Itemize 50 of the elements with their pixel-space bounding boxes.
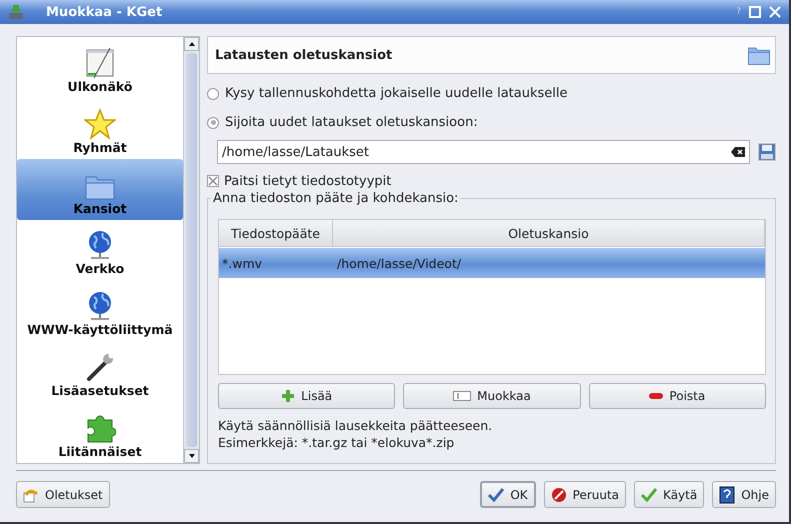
scroll-up-icon[interactable]: [188, 42, 194, 46]
dialog-button[interactable]: Peruuta: [544, 481, 626, 508]
check-icon: [488, 488, 504, 502]
sidebar-item[interactable]: Ulkonäkö: [17, 37, 183, 98]
scroll-down-icon[interactable]: [188, 454, 194, 458]
column-header[interactable]: Oletuskansio: [333, 220, 765, 247]
star-icon: [84, 108, 116, 140]
maximize-icon[interactable]: [749, 6, 761, 18]
table-row[interactable]: *.wmv /home/lasse/Videot/: [219, 248, 765, 278]
radio-button[interactable]: [207, 88, 219, 100]
dialog-button[interactable]: Ohje: [712, 481, 776, 508]
sidebar-item[interactable]: WWW-käyttöliittymä: [17, 280, 183, 342]
help-icon: [719, 486, 736, 504]
scrollbar[interactable]: [183, 37, 199, 463]
text-field-icon: [453, 391, 472, 401]
close-icon[interactable]: [769, 6, 781, 18]
column-header[interactable]: Tiedostopääte: [219, 220, 333, 247]
folder-icon: [747, 44, 771, 66]
cancel-icon: [550, 486, 567, 502]
sidebar-item[interactable]: Liitännäiset: [17, 402, 183, 464]
hint-text: Käytä säännöllisiä lausekkeita päätteeseen.: [218, 417, 494, 434]
action-button[interactable]: Lisää: [218, 383, 396, 409]
sidebar-item[interactable]: Verkko: [17, 220, 183, 280]
window-title: Muokkaa - KGet: [46, 4, 162, 20]
dialog-button[interactable]: Käytä: [634, 481, 704, 508]
plus-icon: [281, 389, 296, 403]
sidebar-item[interactable]: Lisäasetukset: [17, 341, 183, 402]
undo-icon: [23, 486, 39, 502]
download-icon: [8, 4, 24, 20]
action-button[interactable]: Poista: [588, 383, 766, 409]
folder-field[interactable]: /home/lasse/Lataukset: [217, 140, 750, 164]
hint-text: Esimerkkejä: *.tar.gz tai *elokuva*.zip: [218, 434, 456, 451]
minus-icon: [649, 393, 664, 399]
radio-label[interactable]: Sijoita uudet lataukset oletuskansioon:: [225, 115, 478, 130]
action-button[interactable]: Muokkaa: [403, 383, 581, 409]
window-icon: [84, 46, 116, 79]
sidebar-item[interactable]: Ryhmät: [17, 98, 183, 159]
check-icon: [641, 488, 658, 502]
page-title: Latausten oletuskansiot: [215, 48, 392, 62]
sidebar-item[interactable]: Kansiot: [17, 158, 183, 220]
wrench-icon: [84, 351, 116, 384]
checkbox-label[interactable]: Paitsi tietyt tiedostotyypit: [224, 174, 392, 188]
group-legend: Anna tiedoston pääte ja kohdekansio:: [211, 191, 460, 206]
radio-label[interactable]: Kysy tallennuskohdetta jokaiselle uudelle lataukselle: [225, 86, 568, 101]
defaults-button[interactable]: Oletukset: [16, 481, 110, 508]
dialog-button[interactable]: OK: [480, 481, 536, 508]
radio-button[interactable]: [207, 116, 219, 128]
clear-icon[interactable]: [731, 147, 745, 157]
save-icon[interactable]: [758, 143, 776, 161]
checkbox[interactable]: [207, 175, 219, 187]
